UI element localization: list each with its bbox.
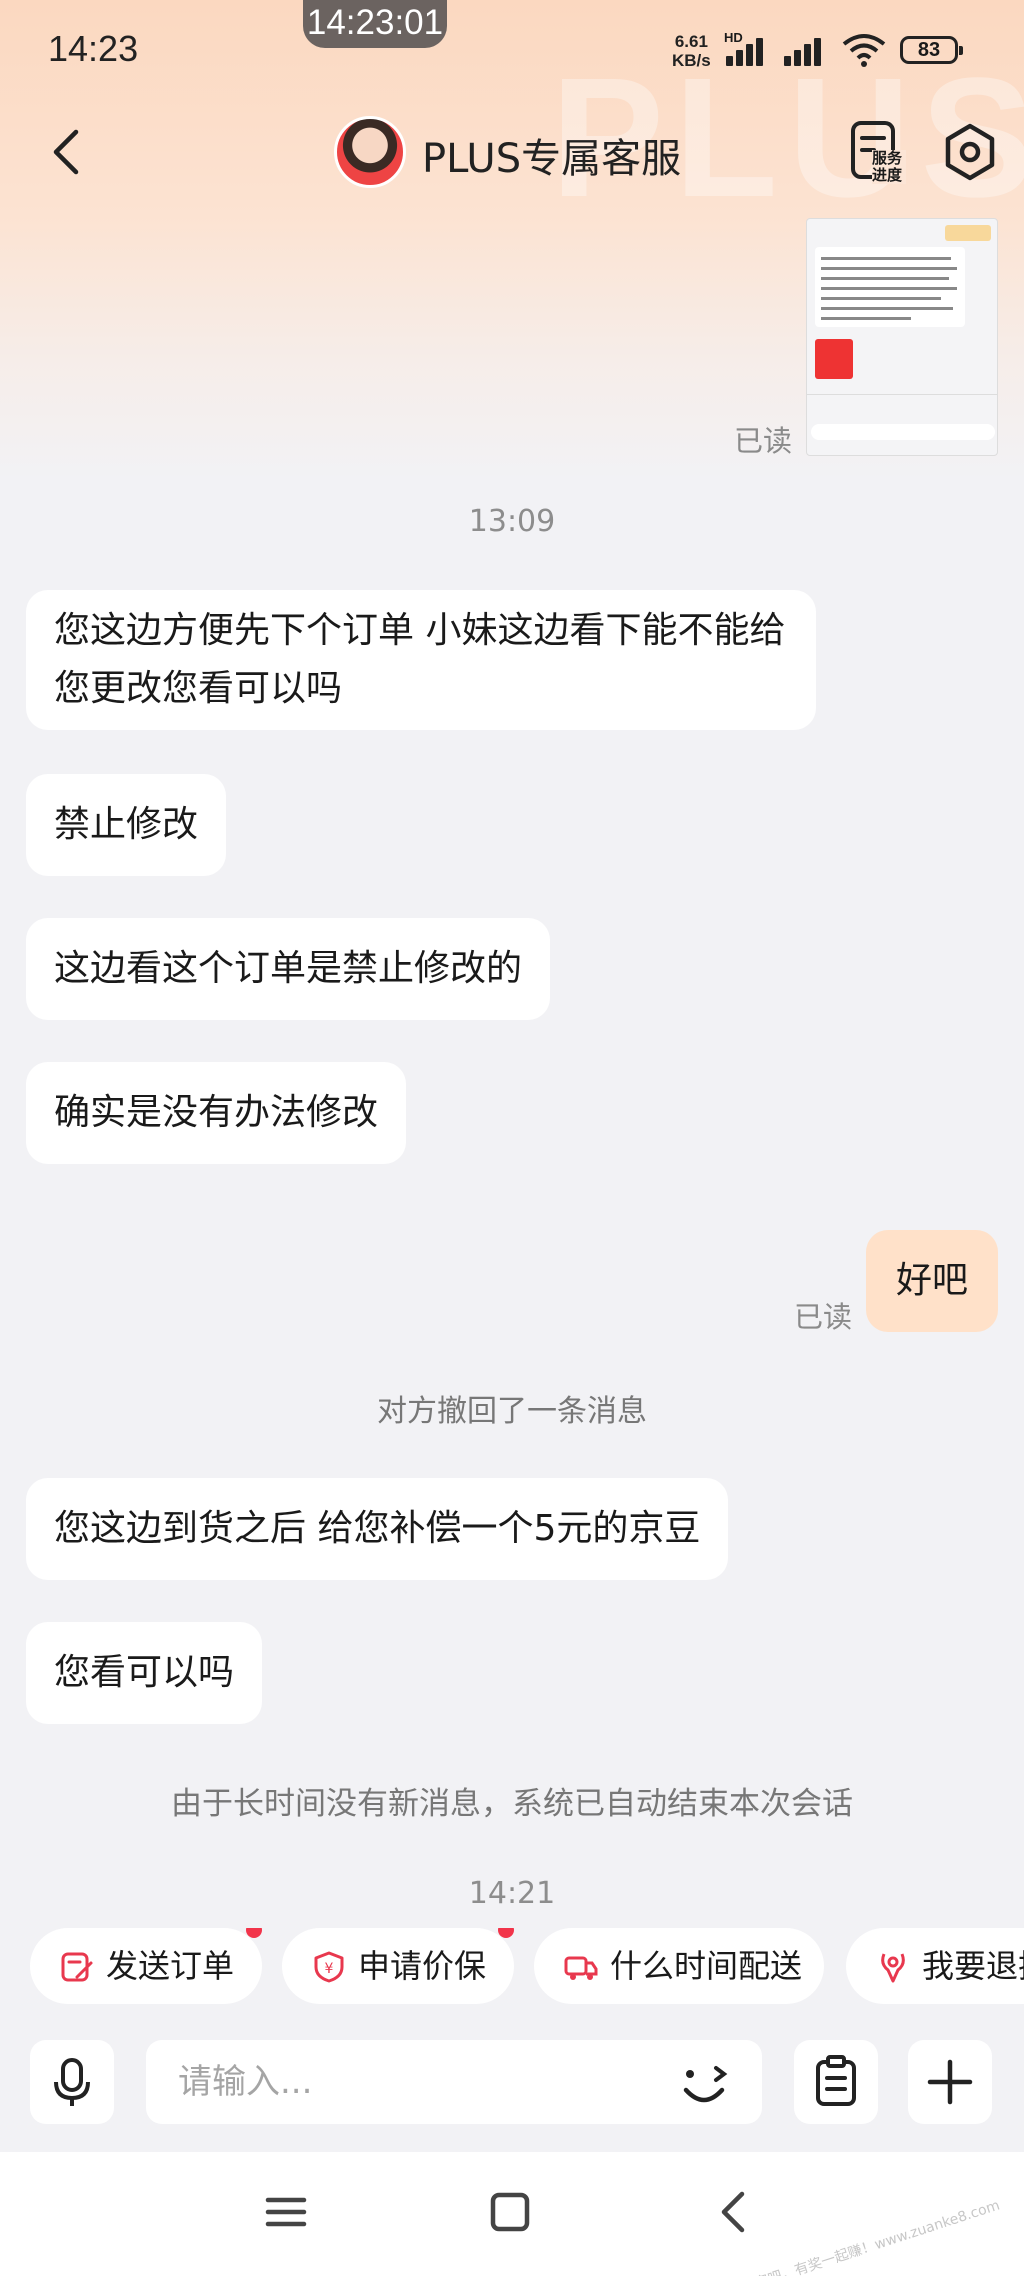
system-nav-bar: 赚客吧，有奖一起赚！www.zuanke8.com — [0, 2152, 1024, 2276]
chip-label: 发送订单 — [106, 1947, 235, 1985]
chat-title: PLUS专属客服 — [422, 136, 682, 182]
read-receipt: 已读 — [734, 424, 793, 458]
incoming-message[interactable]: 确实是没有办法修改 — [26, 1062, 407, 1164]
wifi-icon — [842, 34, 886, 67]
network-speed-unit: KB/s — [672, 51, 711, 70]
more-options-button[interactable] — [908, 2040, 992, 2124]
chat-header: PLUS专属客服 服务进度 — [0, 110, 1024, 200]
battery-indicator: 83 — [900, 36, 963, 64]
notification-dot — [246, 1928, 262, 1938]
clock-pill: 14:23:01 — [303, 0, 447, 48]
status-bar: 14:23 14:23:01 6.61 KB/s HD 83 — [0, 0, 1024, 100]
time-separator: 14:21 — [468, 1876, 556, 1906]
incoming-message[interactable]: 您这边到货之后 给您补偿一个5元的京豆 — [26, 1478, 729, 1580]
clipboard-button[interactable] — [794, 2040, 878, 2124]
quick-actions-bar: 发送订单 ¥ 申请价保 什么时间配送 我要退换 — [0, 1928, 1024, 2008]
service-progress-label: 服务进度 — [872, 150, 906, 184]
incoming-message[interactable]: 禁止修改 — [26, 774, 227, 876]
network-speed: 6.61 KB/s — [672, 32, 711, 70]
plus-icon — [927, 2059, 973, 2105]
incoming-message[interactable]: 您看可以吗 — [26, 1622, 263, 1724]
price-protect-chip[interactable]: ¥ 申请价保 — [282, 1928, 514, 2004]
return-exchange-chip[interactable]: 我要退换 — [846, 1928, 1024, 2004]
signal-2-icon — [784, 34, 830, 66]
agent-avatar[interactable] — [334, 116, 406, 188]
microphone-icon — [54, 2058, 90, 2106]
home-icon[interactable] — [480, 2182, 540, 2242]
site-watermark: 赚客吧，有奖一起赚！www.zuanke8.com — [739, 2197, 1003, 2276]
edit-order-icon — [61, 1952, 93, 1982]
back-icon[interactable] — [704, 2182, 764, 2242]
time-separator: 13:09 — [468, 504, 556, 539]
signal-1-icon — [726, 34, 772, 66]
delivery-truck-icon — [564, 1956, 598, 1980]
svg-text:¥: ¥ — [325, 1961, 334, 1977]
price-protect-shield-icon: ¥ — [314, 1951, 344, 1983]
status-time: 14:23 — [48, 28, 139, 69]
input-bar — [0, 2030, 1024, 2130]
sent-screenshot-image[interactable] — [806, 218, 998, 456]
incoming-message[interactable]: 这边看这个订单是禁止修改的 — [26, 918, 551, 1020]
chip-label: 我要退换 — [922, 1947, 1024, 1985]
delivery-time-chip[interactable]: 什么时间配送 — [534, 1928, 824, 2004]
menu-icon[interactable] — [256, 2182, 316, 2242]
chip-label: 申请价保 — [358, 1947, 487, 1985]
incoming-message[interactable]: 您这边方便先下个订单 小妹这边看下能不能给您更改您看可以吗 — [26, 590, 816, 730]
emoji-wink-icon[interactable] — [676, 2056, 736, 2116]
session-ended-notice: 由于长时间没有新消息，系统已自动结束本次会话 — [171, 1786, 853, 1822]
notification-dot — [498, 1928, 514, 1938]
read-receipt: 已读 — [794, 1300, 853, 1334]
voice-button[interactable] — [30, 2040, 114, 2124]
outgoing-message[interactable]: 好吧 — [866, 1230, 998, 1332]
chip-label: 什么时间配送 — [610, 1947, 803, 1985]
service-progress-button[interactable]: 服务进度 — [850, 120, 908, 188]
message-input[interactable] — [146, 2040, 762, 2124]
recall-notice: 对方撤回了一条消息 — [377, 1394, 647, 1429]
send-order-chip[interactable]: 发送订单 — [30, 1928, 262, 2004]
back-arrow-icon[interactable] — [40, 122, 100, 182]
clipboard-icon — [816, 2055, 856, 2106]
settings-hexagon-icon[interactable] — [940, 122, 1000, 182]
network-speed-value: 6.61 — [674, 32, 708, 51]
return-icon — [881, 1953, 905, 1983]
